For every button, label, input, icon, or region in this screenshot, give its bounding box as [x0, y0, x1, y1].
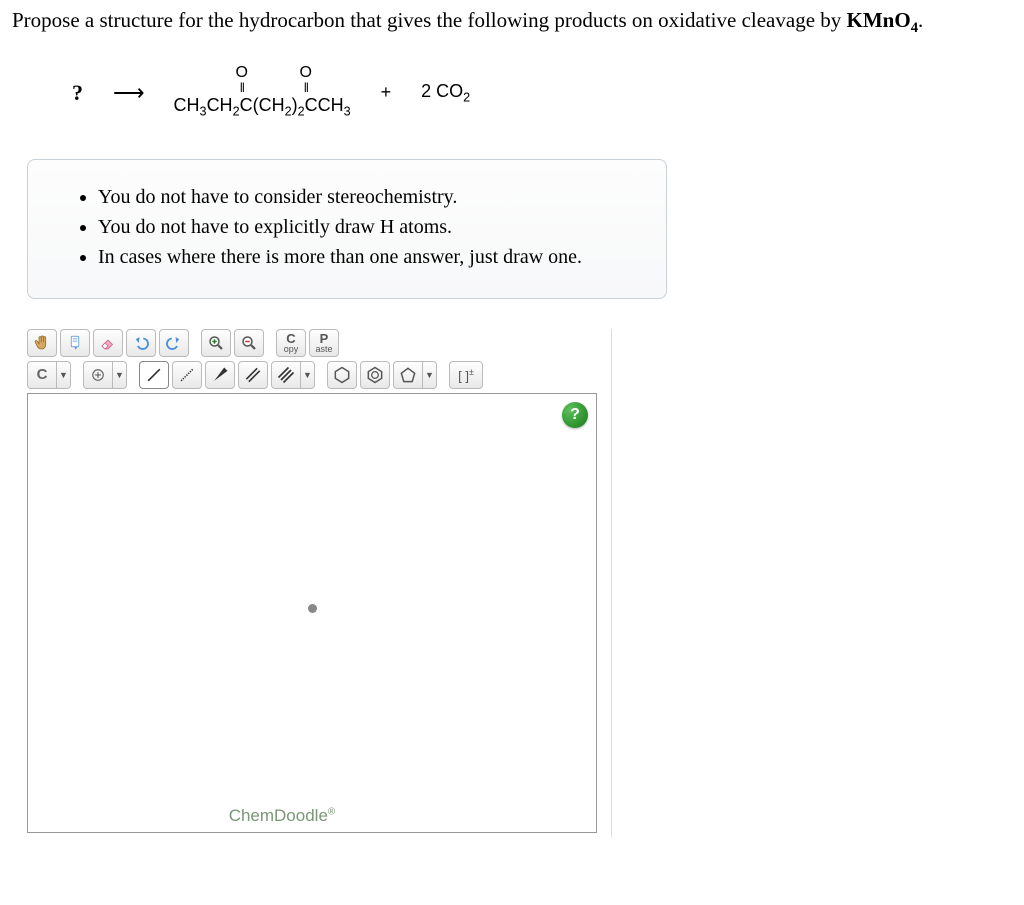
recessed-bond-button[interactable]: [172, 361, 202, 389]
hints-box: You do not have to consider stereochemis…: [27, 159, 667, 299]
reaction-scheme: ? ⟶ O‖ O‖ CH3CH2C(CH2)2CCH3 + 2 CO2: [72, 67, 1012, 119]
question-prefix: Propose a structure for the hydrocarbon …: [12, 8, 847, 32]
carbonyl-right: O‖: [300, 65, 312, 94]
cyclopentane-button[interactable]: [393, 361, 423, 389]
unknown-compound: ?: [72, 80, 83, 106]
hint-item: You do not have to explicitly draw H ato…: [98, 212, 636, 242]
paste-button[interactable]: Paste: [309, 329, 339, 357]
zoom-out-button[interactable]: [234, 329, 264, 357]
carbonyl-left: O‖: [236, 65, 248, 94]
hint-item: You do not have to consider stereochemis…: [98, 182, 636, 212]
increment-button[interactable]: [83, 361, 113, 389]
help-button[interactable]: ?: [562, 402, 588, 428]
undo-button[interactable]: [126, 329, 156, 357]
product-co2: 2 CO2: [421, 81, 470, 105]
charge-button[interactable]: [ ]±: [449, 361, 483, 389]
hint-item: In cases where there is more than one an…: [98, 242, 636, 272]
question-suffix: .: [918, 8, 923, 32]
benzene-button[interactable]: [360, 361, 390, 389]
element-dropdown[interactable]: ▼: [57, 361, 71, 389]
double-bond-button[interactable]: [238, 361, 268, 389]
product-diketone: O‖ O‖ CH3CH2C(CH2)2CCH3: [174, 67, 351, 119]
question-text: Propose a structure for the hydrocarbon …: [12, 8, 1012, 37]
drawing-canvas[interactable]: ? ChemDoodle®: [27, 393, 597, 833]
toolbar-row-1: Copy Paste: [27, 329, 611, 357]
bond-dropdown[interactable]: ▼: [301, 361, 315, 389]
question-reagent: KMnO4: [847, 8, 919, 32]
triple-bond-button[interactable]: [271, 361, 301, 389]
wedge-bond-button[interactable]: [205, 361, 235, 389]
lasso-tool-button[interactable]: [60, 329, 90, 357]
redo-button[interactable]: [159, 329, 189, 357]
chemdoodle-brand: ChemDoodle®: [28, 806, 536, 826]
element-button[interactable]: C: [27, 361, 57, 389]
single-bond-button[interactable]: [139, 361, 169, 389]
canvas-start-atom[interactable]: [308, 604, 317, 613]
cyclohexane-button[interactable]: [327, 361, 357, 389]
sketcher: Copy Paste C ▼ ▼ ▼: [27, 329, 612, 837]
plus-sign: +: [381, 82, 392, 103]
toolbar-row-2: C ▼ ▼ ▼ ▼: [27, 361, 611, 389]
copy-button[interactable]: Copy: [276, 329, 306, 357]
ring-dropdown[interactable]: ▼: [423, 361, 437, 389]
reaction-arrow: ⟶: [113, 80, 144, 106]
increment-dropdown[interactable]: ▼: [113, 361, 127, 389]
hand-tool-button[interactable]: [27, 329, 57, 357]
zoom-in-button[interactable]: [201, 329, 231, 357]
eraser-tool-button[interactable]: [93, 329, 123, 357]
